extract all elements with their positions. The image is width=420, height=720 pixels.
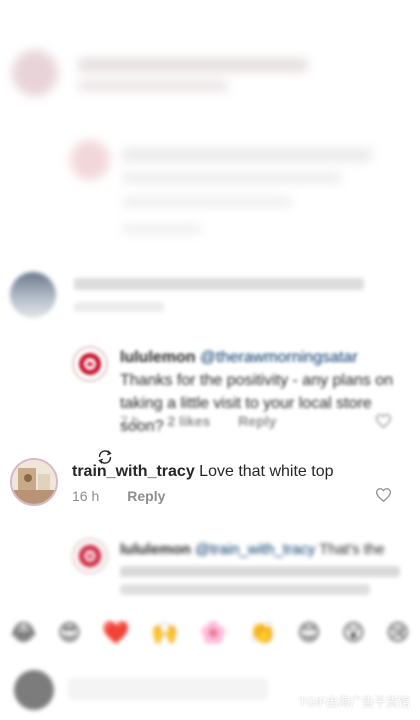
comment-mention[interactable]: @therawmorningsatar xyxy=(200,349,358,366)
comment-line xyxy=(78,58,308,72)
comment-1 xyxy=(0,262,420,332)
watermark: TGIF出海广告干货馆 xyxy=(270,692,410,710)
reply-button[interactable]: Reply xyxy=(238,413,276,429)
comment-2: lululemon @therawmorningsatar Thanks for… xyxy=(0,340,420,435)
heart-icon[interactable] xyxy=(376,488,391,502)
avatar[interactable] xyxy=(72,538,108,574)
comment-time: 16 h xyxy=(72,488,100,504)
comment-body: lululemon @train_with_tracy That's the .… xyxy=(120,538,400,584)
avatar[interactable] xyxy=(10,272,56,318)
emoji-button[interactable]: 😍 xyxy=(58,612,81,656)
emoji-button[interactable]: 😢 xyxy=(386,612,409,656)
comment-body: train_with_tracy Love that white top xyxy=(72,460,402,483)
comment-line xyxy=(122,172,342,184)
emoji-button[interactable]: 👏 xyxy=(249,612,276,656)
wechat-icon xyxy=(270,692,293,709)
comment-line xyxy=(78,80,228,92)
comment-4: lululemon @train_with_tracy That's the .… xyxy=(0,530,420,610)
top-blurred-comment xyxy=(0,30,420,260)
avatar xyxy=(14,670,54,710)
emoji-button[interactable]: 😊 xyxy=(298,612,321,656)
comment-likes[interactable]: 2 likes xyxy=(167,413,210,429)
emoji-button[interactable]: 😂 xyxy=(11,612,37,656)
comment-meta-line xyxy=(74,302,164,312)
emoji-button[interactable]: ❤️ xyxy=(102,612,129,656)
comment-username[interactable]: train_with_tracy xyxy=(72,463,195,480)
avatar[interactable] xyxy=(12,50,58,96)
comment-mention[interactable]: @train_with_tracy xyxy=(195,541,315,558)
comment-line xyxy=(122,148,372,162)
emoji-button[interactable]: 🙌 xyxy=(151,612,178,656)
comment-line xyxy=(122,224,202,234)
heart-icon[interactable] xyxy=(376,414,391,428)
comment-line xyxy=(74,278,364,290)
comment-input[interactable] xyxy=(68,678,268,700)
comment-line xyxy=(122,196,292,208)
comment-meta: 16 h Reply xyxy=(72,488,165,504)
emoji-button[interactable]: 🌸 xyxy=(200,612,227,656)
comment-meta: 7 h 2 likes Reply xyxy=(120,413,276,429)
avatar[interactable] xyxy=(70,140,110,180)
comment-username[interactable]: lululemon xyxy=(120,541,191,558)
avatar[interactable] xyxy=(10,458,58,506)
emoji-button[interactable]: 😮 xyxy=(342,612,365,656)
reply-button[interactable]: Reply xyxy=(127,488,165,504)
emoji-bar: 😂 😍 ❤️ 🙌 🌸 👏 😊 😮 😢 xyxy=(0,612,420,656)
comment-3: train_with_tracy Love that white top 16 … xyxy=(0,440,420,532)
avatar[interactable] xyxy=(72,346,108,382)
comment-input-row xyxy=(0,660,420,720)
watermark-text: TGIF出海广告干货馆 xyxy=(298,694,410,709)
avatar-photo xyxy=(12,460,56,504)
comment-text: Love that white top xyxy=(199,463,334,480)
comment-line xyxy=(120,566,400,577)
comment-username[interactable]: lululemon xyxy=(120,349,196,366)
comment-time: 7 h xyxy=(120,413,140,429)
comment-line xyxy=(120,584,370,595)
